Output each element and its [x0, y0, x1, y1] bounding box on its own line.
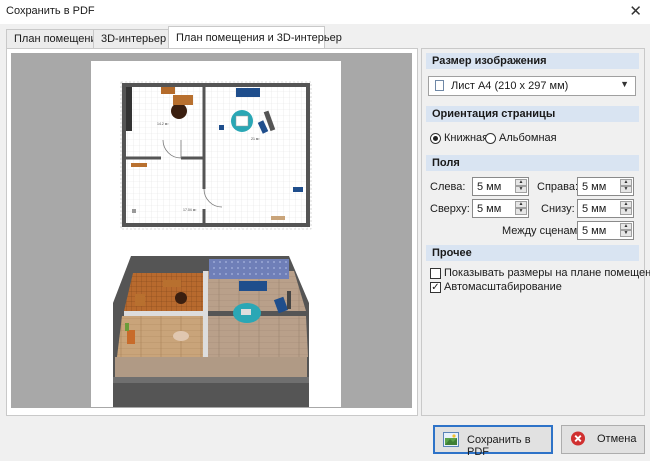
pdf-image-icon: [443, 432, 459, 447]
margin-left-input[interactable]: 5 мм ▲ ▼: [472, 177, 529, 196]
spin-up-icon[interactable]: ▲: [515, 201, 527, 208]
pdf-page-preview: 14.2 м² 21 м² 17.04 м²: [91, 61, 341, 407]
spin-up-icon[interactable]: ▲: [515, 179, 527, 186]
window-title: Сохранить в PDF: [6, 5, 95, 17]
margin-bottom-value: 5 мм: [582, 203, 607, 215]
spin-down-icon[interactable]: ▼: [620, 230, 632, 237]
orientation-header: Ориентация страницы: [426, 106, 639, 122]
area-label-living: 21 м²: [251, 137, 260, 141]
save-pdf-button[interactable]: Сохранить в PDF: [433, 425, 553, 458]
spin-up-icon[interactable]: ▲: [620, 179, 632, 186]
settings-panel: Размер изображения Лист A4 (210 x 297 мм…: [421, 48, 650, 416]
landscape-radio[interactable]: [485, 133, 496, 144]
page-size-value: Лист A4 (210 x 297 мм): [451, 80, 569, 92]
document-icon: [435, 80, 444, 91]
tab-plan-and-3d[interactable]: План помещения и 3D-интерьер: [168, 26, 342, 49]
interior-3d-preview: [113, 256, 309, 407]
autoscale-label[interactable]: Автомасштабирование: [444, 281, 562, 293]
cancel-button[interactable]: Отмена: [561, 425, 645, 454]
margin-top-value: 5 мм: [477, 203, 502, 215]
image-size-header: Размер изображения: [426, 53, 639, 69]
spin-down-icon[interactable]: ▼: [620, 208, 632, 215]
spin-down-icon[interactable]: ▼: [620, 186, 632, 193]
portrait-label[interactable]: Книжная: [444, 132, 488, 144]
other-header: Прочее: [426, 245, 639, 261]
margin-top-input[interactable]: 5 мм ▲ ▼: [472, 199, 529, 218]
spin-up-icon[interactable]: ▲: [620, 223, 632, 230]
margins-header: Поля: [426, 155, 639, 171]
margin-left-value: 5 мм: [477, 181, 502, 193]
spin-down-icon[interactable]: ▼: [515, 208, 527, 215]
radio-selected-dot: [433, 136, 438, 141]
margin-top-label: Сверху:: [430, 203, 470, 215]
page-size-select[interactable]: Лист A4 (210 x 297 мм) ▼: [428, 76, 636, 96]
tab-floor-plan[interactable]: План помещения: [6, 29, 103, 48]
title-bar: Сохранить в PDF ✕: [0, 0, 650, 24]
scene-spacing-value: 5 мм: [582, 225, 607, 237]
chevron-down-icon[interactable]: ▼: [620, 79, 629, 89]
margin-right-label: Справа:: [537, 181, 579, 193]
autoscale-checkbox[interactable]: ✓: [430, 282, 441, 293]
close-icon[interactable]: ✕: [629, 2, 642, 20]
cancel-label: Отмена: [597, 433, 637, 445]
margin-bottom-label: Снизу:: [541, 203, 575, 215]
scene-spacing-input[interactable]: 5 мм ▲ ▼: [577, 221, 634, 240]
portrait-radio[interactable]: [430, 133, 441, 144]
margin-right-value: 5 мм: [582, 181, 607, 193]
show-sizes-label[interactable]: Показывать размеры на плане помещения: [444, 267, 650, 279]
cancel-x-icon: [570, 431, 586, 446]
floor-plan-2d: 14.2 м² 21 м² 17.04 м²: [113, 81, 312, 407]
margin-right-input[interactable]: 5 мм ▲ ▼: [577, 177, 634, 196]
spin-down-icon[interactable]: ▼: [515, 186, 527, 193]
spin-up-icon[interactable]: ▲: [620, 201, 632, 208]
tab-3d-interior[interactable]: 3D-интерьер: [93, 29, 169, 48]
save-pdf-label: Сохранить в PDF: [467, 434, 531, 458]
landscape-label[interactable]: Альбомная: [499, 132, 557, 144]
show-sizes-checkbox[interactable]: [430, 268, 441, 279]
area-label-kitchen: 14.2 м²: [157, 122, 169, 126]
margin-bottom-input[interactable]: 5 мм ▲ ▼: [577, 199, 634, 218]
scene-spacing-label: Между сценами:: [502, 225, 587, 237]
preview-panel: 14.2 м² 21 м² 17.04 м²: [6, 48, 418, 416]
area-label-hall: 17.04 м²: [183, 208, 197, 212]
margin-left-label: Слева:: [430, 181, 466, 193]
preview-background: 14.2 м² 21 м² 17.04 м²: [11, 53, 412, 408]
